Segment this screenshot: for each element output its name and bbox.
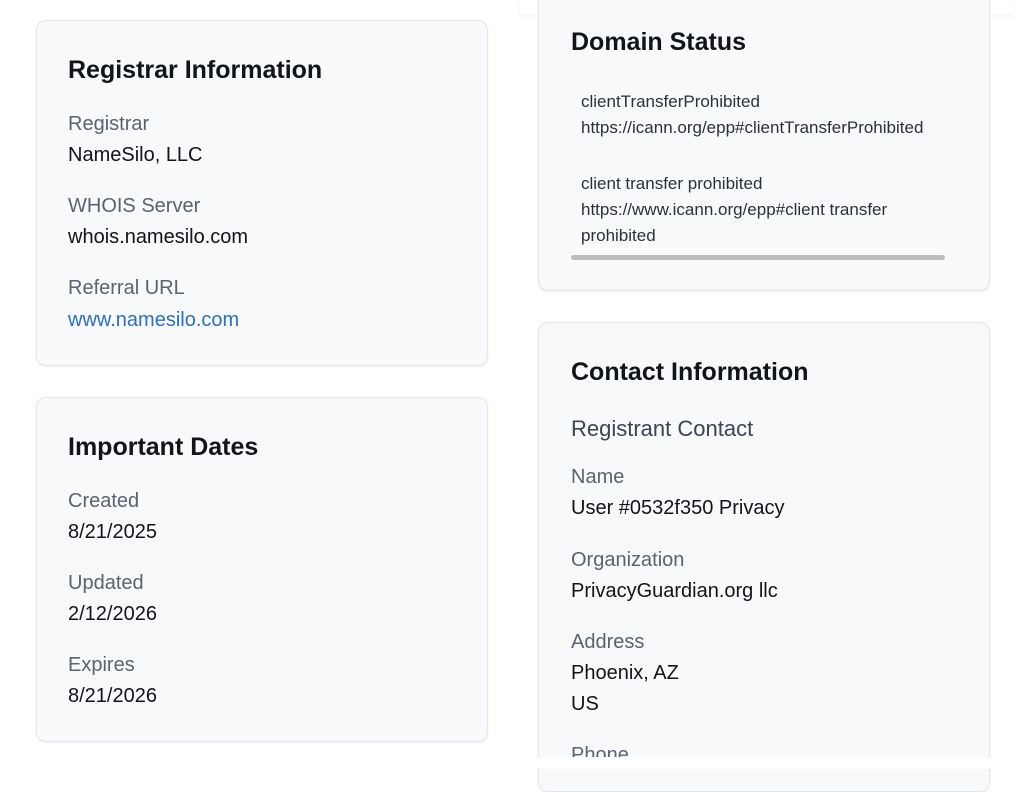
important-dates-card: Important Dates Created 8/21/2025 Update… [36,397,488,742]
updated-label: Updated [68,572,144,594]
contact-org-label: Organization [571,549,685,571]
created-label: Created [68,490,140,512]
registrar-label: Registrar [68,113,150,135]
contact-org-value: PrivacyGuardian.org llc [571,580,778,602]
domain-status-title: Domain Status [571,28,747,56]
status-code-2: client transfer prohibited [581,174,763,193]
bottom-edge [500,757,1024,769]
updated-value: 2/12/2026 [68,603,157,625]
status-url-1: https://icann.org/epp#clientTransferProh… [581,118,924,137]
contact-name-label: Name [571,466,625,488]
registrar-card-title: Registrar Information [68,56,323,84]
whois-server-label: WHOIS Server [68,195,201,217]
registrar-value: NameSilo, LLC [68,144,203,166]
referral-url-label: Referral URL [68,277,185,299]
contact-information-card: Contact Information Registrant Contact N… [538,322,990,792]
horizontal-scrollbar[interactable] [571,255,945,260]
status-url-2-line2: prohibited [581,226,656,245]
status-url-2-line1: https://www.icann.org/epp#client transfe… [581,200,888,219]
referral-url-link[interactable]: www.namesilo.com [68,309,239,332]
contact-address-line2: US [571,693,599,715]
created-value: 8/21/2025 [68,521,157,543]
expires-label: Expires [68,654,135,676]
domain-status-card: Domain Status clientTransferProhibited h… [538,0,990,291]
whois-server-value: whois.namesilo.com [68,226,249,248]
contact-card-title: Contact Information [571,358,809,386]
contact-address-label: Address [571,631,645,653]
registrar-information-card: Registrar Information Registrar NameSilo… [36,20,488,366]
registrant-contact-heading: Registrant Contact [571,416,754,441]
contact-address-line1: Phoenix, AZ [571,662,679,684]
expires-value: 8/21/2026 [68,685,157,707]
status-scroll-area[interactable]: clientTransferProhibited https://icann.o… [581,87,959,257]
contact-name-value: User #0532f350 Privacy [571,497,785,519]
dates-card-title: Important Dates [68,433,259,461]
status-code-1: clientTransferProhibited [581,92,760,111]
